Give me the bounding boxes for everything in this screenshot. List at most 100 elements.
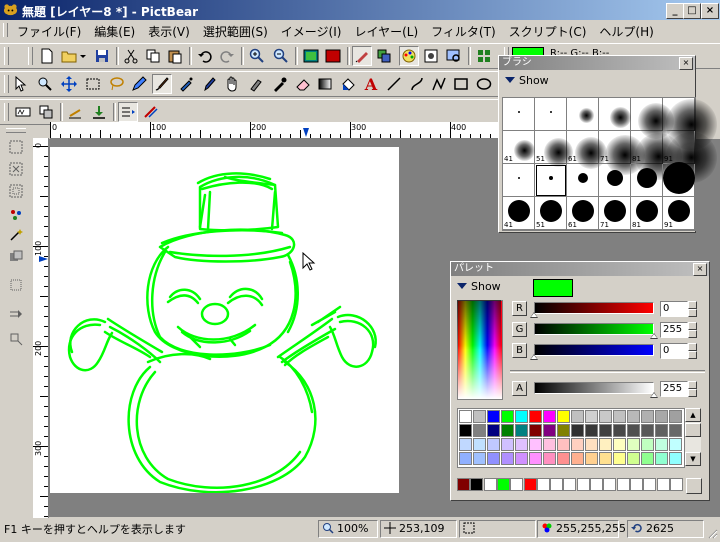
palette-swatch[interactable] <box>487 424 500 437</box>
brush-cell[interactable]: 91 <box>663 131 717 183</box>
pen-tool-icon[interactable] <box>199 74 219 94</box>
brush-cell[interactable]: 61 <box>567 197 599 230</box>
spin-up-icon[interactable] <box>688 301 697 309</box>
recent-color-swatch[interactable] <box>496 478 510 491</box>
recent-colors-button[interactable] <box>686 478 702 494</box>
paste-icon[interactable] <box>165 46 185 66</box>
current-color-swatch[interactable] <box>533 279 573 297</box>
navigator-icon[interactable] <box>444 46 464 66</box>
palette-window-icon[interactable] <box>399 46 419 66</box>
toolbar-grip[interactable] <box>4 47 9 65</box>
brush-cell[interactable] <box>567 164 599 197</box>
smudge-tool-icon[interactable] <box>246 74 266 94</box>
copy-icon[interactable] <box>143 46 163 66</box>
save-icon[interactable] <box>92 46 112 66</box>
airbrush-tool-icon[interactable] <box>176 74 196 94</box>
recent-color-swatch[interactable] <box>643 478 657 491</box>
grid-icon[interactable] <box>474 46 494 66</box>
palette-swatch[interactable] <box>473 410 486 423</box>
palette-swatch[interactable] <box>669 410 682 423</box>
cut-icon[interactable] <box>121 46 141 66</box>
palette-swatch[interactable] <box>627 424 640 437</box>
layer-props-icon[interactable] <box>118 102 138 122</box>
layer-window-icon[interactable] <box>374 46 394 66</box>
palette-swatch[interactable] <box>641 424 654 437</box>
palette-swatch[interactable] <box>543 438 556 451</box>
palette-swatch[interactable] <box>641 452 654 465</box>
undo-icon[interactable] <box>195 46 215 66</box>
flatten-icon[interactable] <box>89 102 109 122</box>
line-tool-icon[interactable] <box>384 74 404 94</box>
brush-cell[interactable] <box>535 98 567 131</box>
palette-swatch[interactable] <box>655 438 668 451</box>
palette-swatch[interactable] <box>599 452 612 465</box>
scroll-up-arrow-icon[interactable]: ▲ <box>685 408 701 422</box>
pencil-tool-icon[interactable] <box>129 74 149 94</box>
recent-color-swatch[interactable] <box>669 478 683 491</box>
brush-window-icon[interactable] <box>421 46 441 66</box>
palette-swatch[interactable] <box>613 438 626 451</box>
brush-cell[interactable]: 81 <box>631 131 683 181</box>
redo-icon[interactable] <box>217 46 237 66</box>
palette-swatch[interactable] <box>487 410 500 423</box>
palette-swatch[interactable] <box>515 438 528 451</box>
palette-swatch[interactable] <box>641 410 654 423</box>
channel-slider-b[interactable] <box>534 344 654 356</box>
menu-filter[interactable]: フィルタ(T) <box>424 20 501 40</box>
text-tool-icon[interactable]: A <box>361 74 381 94</box>
palette-swatch[interactable] <box>543 410 556 423</box>
brush-cell[interactable]: 71 <box>599 131 645 175</box>
palette-swatch[interactable] <box>515 452 528 465</box>
channel-spin-button[interactable] <box>688 301 697 317</box>
palette-swatch[interactable] <box>501 452 514 465</box>
palette-swatch[interactable] <box>459 452 472 465</box>
brush-cell[interactable] <box>599 164 631 197</box>
palette-swatch[interactable] <box>599 438 612 451</box>
image-view-icon[interactable] <box>301 46 321 66</box>
palette-swatch[interactable] <box>571 438 584 451</box>
pictbear-app-icon[interactable] <box>3 2 18 17</box>
scroll-down-arrow-icon[interactable]: ▼ <box>685 452 701 466</box>
brush-cell[interactable] <box>535 164 567 197</box>
paint-mode-icon[interactable] <box>352 46 372 66</box>
palette-swatch[interactable] <box>529 410 542 423</box>
palette-swatch[interactable] <box>473 452 486 465</box>
menu-image[interactable]: イメージ(I) <box>274 20 348 40</box>
brush-cell[interactable]: 51 <box>535 197 567 230</box>
maximize-button[interactable]: □ <box>683 3 701 19</box>
resize-grip-icon[interactable] <box>706 527 718 539</box>
channel-value-g[interactable]: 255 <box>660 322 688 338</box>
brush-cell[interactable] <box>663 98 717 150</box>
spin-up-icon[interactable] <box>688 343 697 351</box>
palette-swatch[interactable] <box>459 438 472 451</box>
recent-color-swatch[interactable] <box>483 478 497 491</box>
select-color-icon[interactable] <box>7 206 25 224</box>
brush-cell[interactable]: 81 <box>631 197 663 230</box>
palette-swatch[interactable] <box>571 424 584 437</box>
brush-cell[interactable] <box>663 162 695 197</box>
menu-layer[interactable]: レイヤー(L) <box>347 20 424 40</box>
brush-cell[interactable]: 91 <box>663 197 695 230</box>
open-folder-icon[interactable] <box>59 46 79 66</box>
menubar-grip[interactable] <box>3 23 8 37</box>
palette-swatch[interactable] <box>655 410 668 423</box>
palette-swatch[interactable] <box>459 424 472 437</box>
menu-view[interactable]: 表示(V) <box>141 20 196 40</box>
channel-slider-r[interactable] <box>534 302 654 314</box>
palette-swatch[interactable] <box>613 410 626 423</box>
eyedropper-tool-icon[interactable] <box>270 74 290 94</box>
palette-swatch[interactable] <box>473 438 486 451</box>
palette-swatch[interactable] <box>557 424 570 437</box>
palette-swatch[interactable] <box>599 410 612 423</box>
palette-swatch[interactable] <box>655 452 668 465</box>
brush-cell[interactable] <box>503 164 535 197</box>
recent-color-swatch[interactable] <box>550 478 564 491</box>
brush-cell[interactable] <box>631 98 674 139</box>
recent-color-swatch[interactable] <box>536 478 550 491</box>
palette-swatch[interactable] <box>599 424 612 437</box>
spin-up-icon[interactable] <box>688 381 697 389</box>
fill-tool-icon[interactable] <box>338 74 358 94</box>
channel-slider-a[interactable] <box>534 382 654 394</box>
palette-swatch[interactable] <box>501 424 514 437</box>
menu-script[interactable]: スクリプト(C) <box>502 20 593 40</box>
